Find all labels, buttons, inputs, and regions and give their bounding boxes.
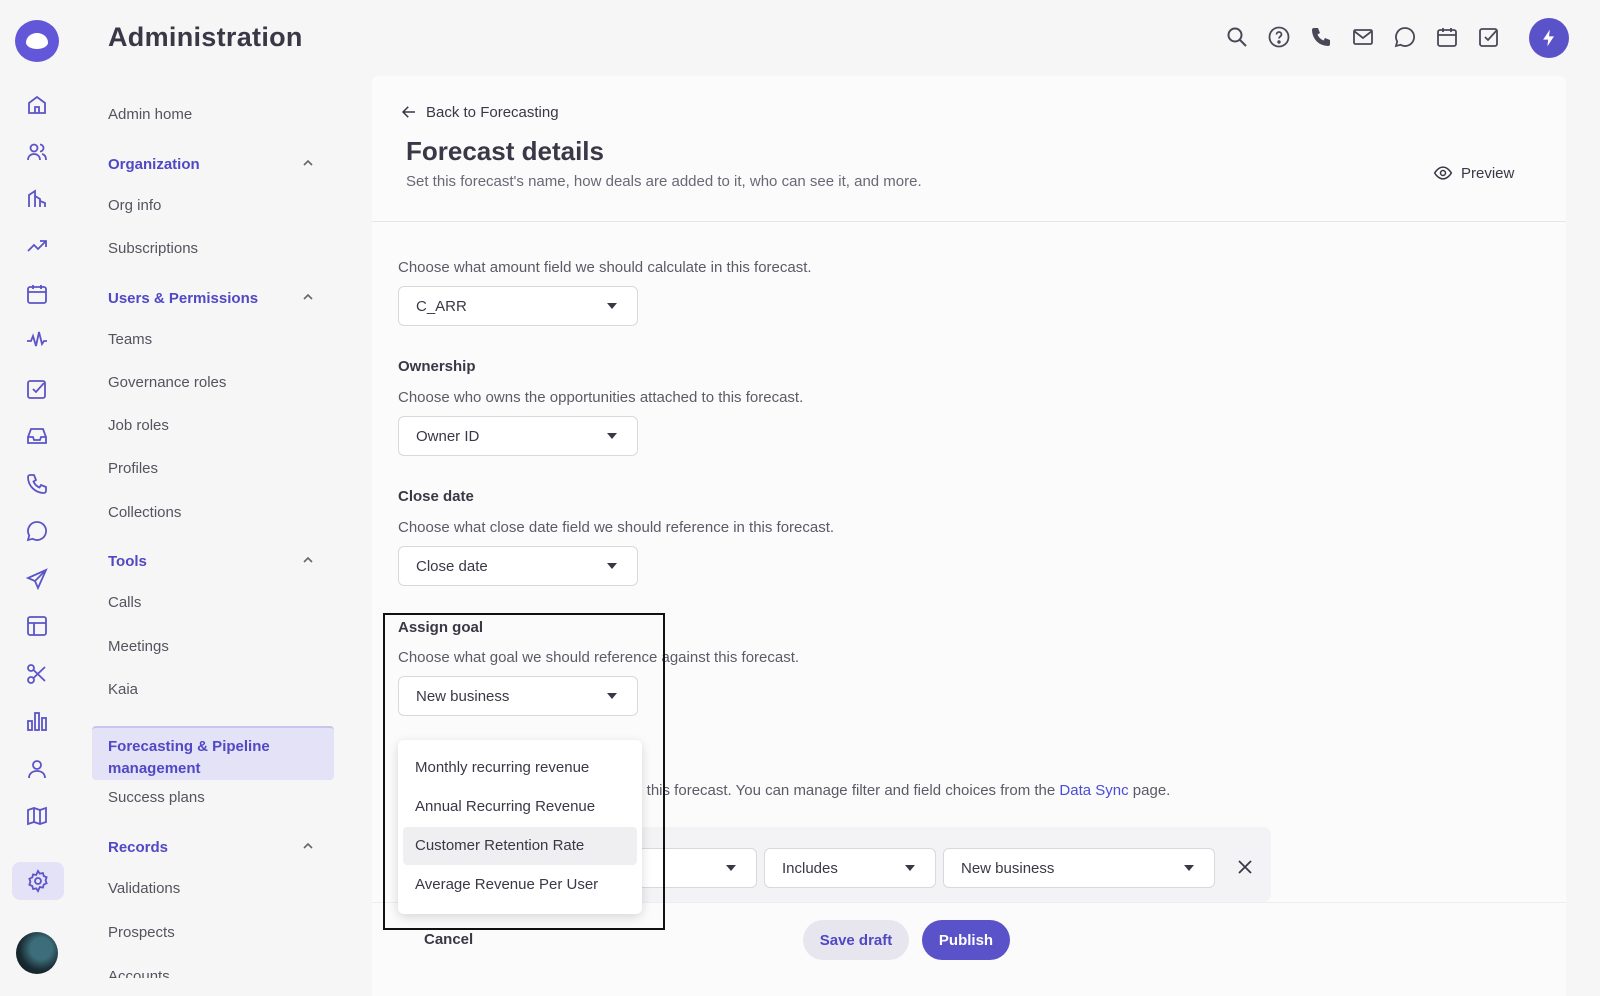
nav-collections[interactable]: Collections [108, 504, 181, 521]
nav-group-tools[interactable]: Tools [108, 553, 147, 570]
user-avatar[interactable] [16, 932, 58, 974]
mail-icon[interactable] [1351, 25, 1377, 51]
chart-icon[interactable] [24, 708, 50, 734]
home-icon[interactable] [24, 92, 50, 118]
filters-description-suffix: page. [1132, 782, 1171, 799]
nav-admin-home[interactable]: Admin home [108, 106, 192, 123]
filter-operator-value: Includes [782, 860, 838, 877]
settings-icon[interactable] [12, 862, 64, 900]
caret-down-icon [607, 303, 617, 309]
nav-active-label: Forecasting & Pipeline management [108, 738, 270, 777]
caret-down-icon [607, 433, 617, 439]
chevron-up-icon[interactable] [301, 156, 315, 170]
nav-job-roles[interactable]: Job roles [108, 417, 169, 434]
inbox-icon[interactable] [24, 423, 50, 449]
nav-forecasting-pipeline[interactable]: Forecasting & Pipeline management [92, 726, 334, 780]
caret-down-icon [1184, 865, 1194, 871]
page-subtitle: Set this forecast's name, how deals are … [406, 173, 922, 190]
nav-org-info[interactable]: Org info [108, 197, 161, 214]
publish-button[interactable]: Publish [922, 920, 1010, 960]
filters-description-text: to this forecast. You can manage filter … [630, 782, 1056, 799]
tasks-icon[interactable] [24, 376, 50, 402]
nav-group-records[interactable]: Records [108, 839, 168, 856]
nav-success-plans[interactable]: Success plans [108, 789, 205, 806]
arrow-left-icon [401, 106, 415, 118]
nav-accounts[interactable]: Accounts [108, 966, 170, 978]
nav-teams[interactable]: Teams [108, 331, 152, 348]
nav-group-users-permissions[interactable]: Users & Permissions [108, 290, 258, 307]
filter-operator-select[interactable]: Includes [764, 848, 936, 888]
people-icon[interactable] [24, 139, 50, 165]
nav-meetings[interactable]: Meetings [108, 638, 169, 655]
help-icon[interactable] [1267, 25, 1293, 51]
save-draft-button[interactable]: Save draft [803, 920, 909, 960]
close-date-label: Close date [398, 488, 474, 505]
amount-field-description: Choose what amount field we should calcu… [398, 259, 812, 276]
filter-value: New business [961, 860, 1055, 877]
preview-button[interactable]: Preview [1433, 163, 1514, 183]
search-icon[interactable] [1225, 25, 1251, 51]
trend-icon[interactable] [24, 233, 50, 259]
ownership-label: Ownership [398, 358, 476, 375]
caret-down-icon [607, 563, 617, 569]
bolt-button[interactable] [1529, 18, 1569, 58]
chat-icon[interactable] [1393, 25, 1419, 51]
icon-rail [0, 0, 76, 996]
close-icon[interactable] [1235, 857, 1255, 877]
amount-field-select[interactable]: C_ARR [398, 286, 638, 326]
nav-subscriptions[interactable]: Subscriptions [108, 240, 198, 257]
send-icon[interactable] [24, 566, 50, 592]
filter-row: Includes New business [617, 827, 1271, 902]
filter-value-select[interactable]: New business [943, 848, 1215, 888]
chevron-up-icon[interactable] [301, 839, 315, 853]
amount-field-value: C_ARR [416, 298, 467, 315]
filters-description: to this forecast. You can manage filter … [630, 782, 1170, 799]
page-title: Forecast details [406, 136, 604, 166]
activity-icon[interactable] [24, 328, 50, 354]
layout-icon[interactable] [24, 613, 50, 639]
nav-group-organization[interactable]: Organization [108, 156, 200, 173]
user-icon[interactable] [24, 756, 50, 782]
panel-header: Back to Forecasting Forecast details Set… [372, 76, 1566, 222]
map-icon[interactable] [24, 803, 50, 829]
ownership-value: Owner ID [416, 428, 480, 445]
caret-down-icon [726, 865, 736, 871]
task-icon[interactable] [1477, 25, 1503, 51]
caret-down-icon [905, 865, 915, 871]
app-logo[interactable] [15, 20, 59, 62]
calendar-icon[interactable] [1435, 25, 1461, 51]
cancel-button[interactable]: Cancel [424, 931, 473, 948]
nav-validations[interactable]: Validations [108, 880, 180, 897]
close-date-description: Choose what close date field we should r… [398, 519, 835, 536]
bolt-icon [1543, 29, 1554, 47]
phone-icon[interactable] [24, 471, 50, 497]
chevron-up-icon[interactable] [301, 553, 315, 567]
ownership-select[interactable]: Owner ID [398, 416, 638, 456]
phone-icon[interactable] [1309, 25, 1335, 51]
ownership-description: Choose who owns the opportunities attach… [398, 389, 804, 406]
preview-label: Preview [1461, 164, 1515, 182]
nav-governance-roles[interactable]: Governance roles [108, 374, 226, 391]
data-sync-link[interactable]: Data Sync [1059, 782, 1128, 799]
back-to-forecasting-link[interactable]: Back to Forecasting [400, 103, 559, 121]
close-date-value: Close date [416, 558, 488, 575]
back-link-label: Back to Forecasting [426, 103, 559, 121]
accounts-icon[interactable] [24, 186, 50, 212]
calendar-icon[interactable] [24, 281, 50, 307]
highlight-annotation-box [383, 613, 665, 930]
app-title: Administration [108, 22, 303, 52]
eye-icon [1433, 166, 1453, 180]
chevron-up-icon[interactable] [301, 290, 315, 304]
scissors-icon[interactable] [24, 661, 50, 687]
nav-calls[interactable]: Calls [108, 594, 141, 611]
nav-profiles[interactable]: Profiles [108, 460, 158, 477]
close-date-select[interactable]: Close date [398, 546, 638, 586]
nav-prospects[interactable]: Prospects [108, 924, 175, 941]
nav-kaia[interactable]: Kaia [108, 681, 138, 698]
chat-icon[interactable] [24, 518, 50, 544]
